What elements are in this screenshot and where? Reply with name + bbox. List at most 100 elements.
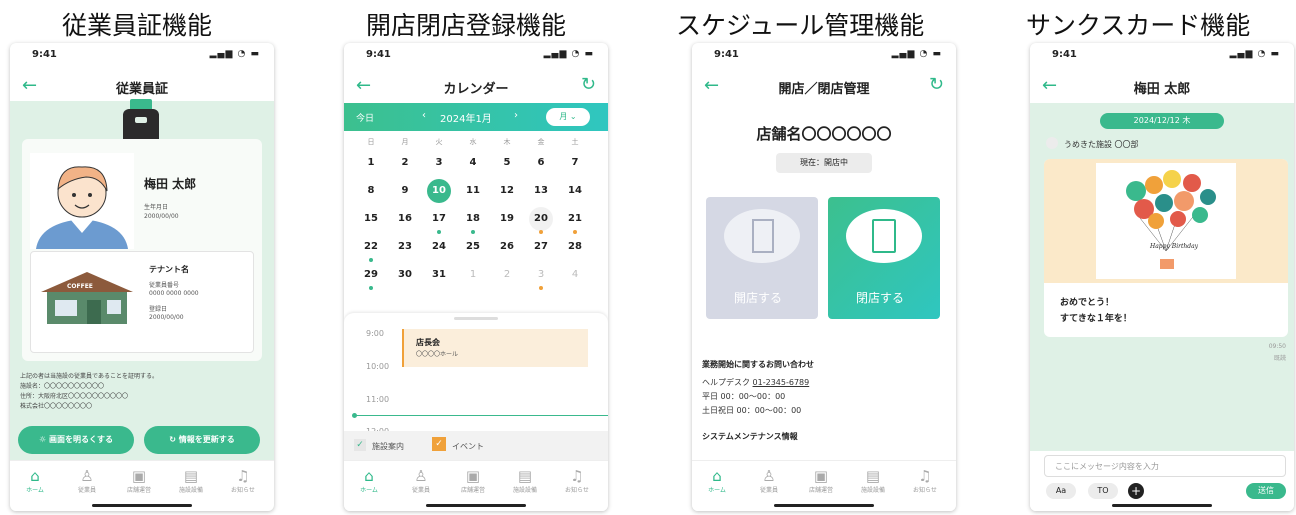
status-bar: 9:41 ▂▄▆ ◔ ▬ (366, 49, 594, 60)
calendar-week-row: 15 16 17 18 19 20 21 (354, 207, 598, 235)
calendar-day[interactable]: 26 (490, 237, 524, 257)
calendar-day[interactable]: 12 (490, 181, 524, 201)
calendar-day[interactable]: 18 (456, 209, 490, 229)
employee-name: 梅田 太郎 (144, 177, 197, 191)
calendar-day[interactable]: 29 (354, 265, 388, 285)
event-dot (573, 230, 577, 234)
calendar-day[interactable]: 9 (388, 181, 422, 201)
event-dot (369, 258, 373, 262)
facility-filter-label: 施設案内 (372, 442, 404, 451)
calendar-day[interactable]: 25 (456, 237, 490, 257)
navbar: ← 従業員証 (10, 71, 274, 101)
tab-home[interactable]: ⌂ ホーム (344, 467, 394, 494)
calendar-day[interactable]: 11 (456, 181, 490, 201)
close-store-button[interactable]: 閉店する (828, 197, 940, 319)
calendar-day[interactable]: 30 (388, 265, 422, 285)
tab-home[interactable]: ⌂ ホーム (10, 467, 60, 494)
tab-home[interactable]: ⌂ ホーム (692, 467, 742, 494)
calendar-day[interactable]: 3 (524, 265, 558, 285)
calendar-day[interactable]: 28 (558, 237, 592, 257)
calendar-day[interactable]: 16 (388, 209, 422, 229)
person-icon: ♙ (762, 467, 776, 485)
calendar-day[interactable]: 14 (558, 181, 592, 201)
status-bar: 9:41 ▂▄▆ ◔ ▬ (10, 43, 274, 71)
tab-facility[interactable]: ▤ 施設設備 (848, 467, 898, 494)
open-store-button[interactable]: 開店する (706, 197, 818, 319)
refresh-info-button[interactable]: ↻ 情報を更新する (144, 426, 260, 454)
calendar-day[interactable]: 1 (456, 265, 490, 285)
caption-store-open-close: 開店閉店登録機能 (366, 11, 567, 40)
calendar-day[interactable]: 8 (354, 181, 388, 201)
send-button[interactable]: 送信 (1246, 483, 1286, 499)
tab-store[interactable]: ▣ 店舗運営 (114, 467, 164, 494)
to-button[interactable]: TO (1088, 483, 1118, 499)
calendar-day[interactable]: 23 (388, 237, 422, 257)
facility-checkbox[interactable]: ✓ (354, 439, 366, 451)
home-icon: ⌂ (30, 467, 40, 485)
tab-store[interactable]: ▣ 店舗運営 (796, 467, 846, 494)
weekday-label: 金 (537, 138, 545, 146)
calendar-day[interactable]: 2 (490, 265, 524, 285)
tab-notice[interactable]: ♫ お知らせ (552, 467, 602, 494)
event-checkbox[interactable]: ✓ (432, 437, 446, 451)
view-select[interactable]: 月 ⌄ (546, 108, 590, 126)
filter-bar: ✓ 施設案内 ✓ イベント (344, 431, 608, 461)
calendar-day[interactable]: 17 (422, 209, 456, 229)
calendar-day[interactable]: 21 (558, 209, 592, 229)
tab-employee[interactable]: ♙ 従業員 (62, 467, 112, 494)
tab-bar: ⌂ ホーム ♙ 従業員 ▣ 店舗運営 ▤ 施設設備 ♫ お知らせ (692, 460, 956, 511)
calendar-day[interactable]: 3 (422, 153, 456, 173)
status-bar: 9:41 ▂▄▆ ◔ ▬ (714, 49, 942, 60)
phone-employee-id: 9:41 ▂▄▆ ◔ ▬ ← 従業員証 梅田 太郎 生年月日 2000/00/0… (10, 43, 274, 511)
calendar-day[interactable]: 27 (524, 237, 558, 257)
helpdesk-phone-link[interactable]: 01-2345-6789 (753, 378, 810, 387)
calendar-grid: 日月火水木金土 1 2 3 4 5 6 7 8 9 10 11 12 13 14 15 16 17 18 19 20 21… (354, 137, 598, 291)
tab-notice[interactable]: ♫ お知らせ (900, 467, 950, 494)
tab-notice[interactable]: ♫ お知らせ (218, 467, 268, 494)
event-title: 店長会 (416, 338, 440, 347)
calendar-day[interactable]: 19 (490, 209, 524, 229)
calendar-day[interactable]: 2 (388, 153, 422, 173)
font-size-button[interactable]: Aa (1046, 483, 1076, 499)
reg-label: 登録日 (149, 306, 168, 313)
tab-bar: ⌂ ホーム ♙ 従業員 ▣ 店舗運営 ▤ 施設設備 ♫ お知らせ (10, 460, 274, 511)
calendar-day[interactable]: 5 (490, 153, 524, 173)
brighten-screen-button[interactable]: ☼ 画面を明るくする (18, 426, 134, 454)
calendar-day[interactable]: 15 (354, 209, 388, 229)
weekday-label: 木 (503, 138, 511, 146)
calendar-day[interactable]: 4 (456, 153, 490, 173)
thanks-card-message[interactable]: Happy Birthday おめでとう！ すてきな１年を！ (1044, 159, 1288, 337)
maintenance-title: システムメンテナンス情報 (702, 432, 798, 441)
reload-icon[interactable]: ↻ (581, 74, 596, 95)
prev-month-icon[interactable]: ‹ (422, 110, 426, 121)
calendar-day[interactable]: 1 (354, 153, 388, 173)
calendar-day[interactable]: 31 (422, 265, 456, 285)
event-block[interactable]: 店長会 〇〇〇〇ホール (402, 329, 588, 367)
holiday-hours: 土日祝日 00：00〜00：00 (702, 406, 802, 415)
time-label: 10:00 (366, 362, 390, 371)
next-month-icon[interactable]: › (514, 110, 518, 121)
sender-avatar (1046, 137, 1058, 149)
tab-employee[interactable]: ♙ 従業員 (396, 467, 446, 494)
reload-icon[interactable]: ↻ (929, 74, 944, 95)
message-input[interactable]: ここにメッセージ内容を入力 (1044, 455, 1286, 477)
calendar-day[interactable]: 7 (558, 153, 592, 173)
calendar-day[interactable]: 20 (524, 207, 558, 231)
calendar-week-row: 29 30 31 1 2 3 4 (354, 263, 598, 291)
calendar-day[interactable]: 6 (524, 153, 558, 173)
calendar-day[interactable]: 4 (558, 265, 592, 285)
weekday-label: 水 (469, 138, 477, 146)
current-month: 2024年1月 (440, 114, 492, 125)
calendar-day[interactable]: 13 (524, 181, 558, 201)
calendar-day[interactable]: 10 (422, 179, 456, 203)
today-button[interactable]: 今日 (356, 111, 374, 124)
calendar-day[interactable]: 22 (354, 237, 388, 257)
calendar-day[interactable]: 24 (422, 237, 456, 257)
bell-icon: ♫ (570, 467, 584, 485)
tab-facility[interactable]: ▤ 施設設備 (166, 467, 216, 494)
tab-facility[interactable]: ▤ 施設設備 (500, 467, 550, 494)
time-label: 9:00 (366, 329, 384, 338)
add-icon[interactable]: + (1128, 483, 1144, 499)
tab-store[interactable]: ▣ 店舗運営 (448, 467, 498, 494)
tab-employee[interactable]: ♙ 従業員 (744, 467, 794, 494)
